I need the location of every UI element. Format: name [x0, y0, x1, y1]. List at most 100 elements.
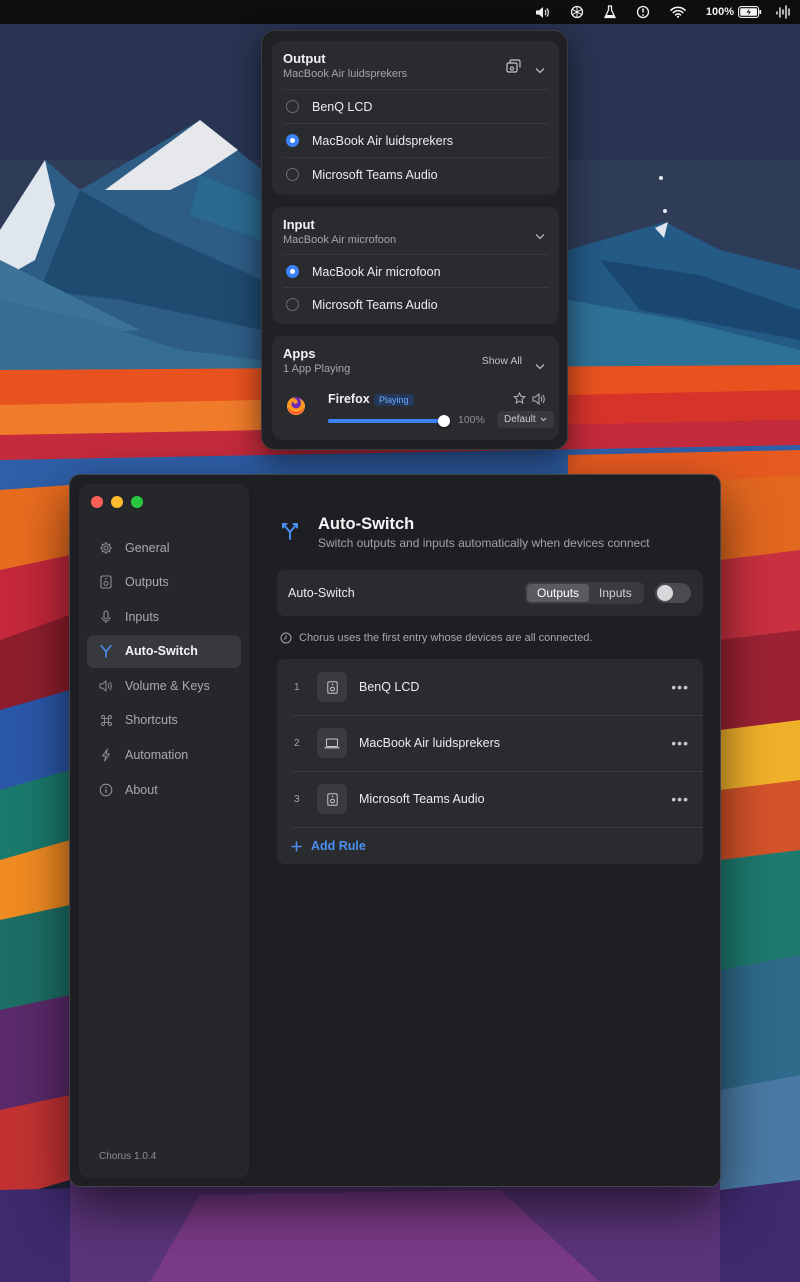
apps-card: Apps 1 App Playing Show All Firefox Play… — [272, 336, 559, 440]
priority-hint: Chorus uses the first entry whose device… — [280, 632, 592, 644]
branch-icon — [99, 644, 113, 659]
bolt-icon — [99, 748, 113, 762]
sidebar-item-label: Outputs — [125, 575, 169, 590]
input-chevron-down-icon[interactable] — [535, 227, 545, 245]
input-header: Input MacBook Air microfoon — [283, 217, 396, 246]
rule-label: MacBook Air luidsprekers — [359, 736, 501, 750]
battery-status[interactable]: 100% — [696, 0, 766, 24]
microphone-icon — [99, 610, 113, 624]
rule-row[interactable]: 2 MacBook Air luidsprekers ••• — [277, 715, 703, 771]
auto-switch-icon — [280, 521, 300, 546]
output-device-dropdown[interactable]: Default — [497, 411, 554, 428]
sidebar-nav: General Outputs Inputs Auto-Switch Volum… — [87, 531, 241, 808]
volume-icon — [99, 679, 113, 693]
input-device-row-macbook[interactable]: MacBook Air microfoon — [283, 254, 548, 288]
speaker-volume-icon[interactable] — [532, 392, 546, 410]
input-device-row-teams[interactable]: Microsoft Teams Audio — [283, 287, 548, 321]
sidebar-item-volume-keys[interactable]: Volume & Keys — [87, 669, 241, 702]
sidebar-item-general[interactable]: General — [87, 531, 241, 564]
more-options-icon[interactable]: ••• — [671, 791, 689, 807]
radio-button-selected[interactable] — [286, 265, 299, 278]
clock-alert-icon[interactable] — [626, 0, 660, 24]
apps-subtitle: 1 App Playing — [283, 363, 351, 375]
output-card: Output MacBook Air luidsprekers BenQ LCD… — [272, 41, 559, 195]
plus-icon — [291, 841, 302, 851]
gear-icon — [99, 541, 113, 555]
segment-inputs[interactable]: Inputs — [589, 584, 642, 602]
command-icon — [99, 713, 113, 727]
rule-row[interactable]: 3 Microsoft Teams Audio ••• — [277, 771, 703, 827]
sidebar: General Outputs Inputs Auto-Switch Volum… — [79, 484, 249, 1178]
sidebar-item-about[interactable]: About — [87, 773, 241, 806]
audio-popover: Output MacBook Air luidsprekers BenQ LCD… — [261, 30, 568, 450]
apps-chevron-down-icon[interactable] — [535, 357, 545, 375]
output-device-row-macbook[interactable]: MacBook Air luidsprekers — [283, 123, 548, 157]
radio-button[interactable] — [286, 168, 299, 181]
app-row-firefox: Firefox Playing 100% Default — [286, 391, 554, 432]
battery-icon — [738, 6, 762, 18]
status-badge: Playing — [374, 394, 414, 406]
page-subtitle: Switch outputs and inputs automatically … — [318, 536, 650, 550]
output-chevron-down-icon[interactable] — [535, 61, 545, 79]
rules-list: 1 BenQ LCD ••• 2 MacBook Air luidspreker… — [277, 659, 703, 864]
sidebar-item-label: Shortcuts — [125, 713, 178, 728]
input-card: Input MacBook Air microfoon MacBook Air … — [272, 207, 559, 324]
rule-row[interactable]: 1 BenQ LCD ••• — [277, 659, 703, 715]
apps-header: Apps 1 App Playing — [283, 346, 350, 375]
close-window-button[interactable] — [91, 496, 103, 508]
rule-index: 3 — [294, 793, 300, 805]
output-device-row-benq[interactable]: BenQ LCD — [283, 89, 548, 123]
sidebar-item-label: General — [125, 540, 170, 555]
device-label: BenQ LCD — [312, 99, 373, 114]
outputs-inputs-segmented-control: Outputs Inputs — [525, 582, 644, 604]
device-label: MacBook Air luidsprekers — [312, 133, 454, 148]
star-icon[interactable] — [513, 391, 526, 410]
apps-title: Apps — [283, 346, 316, 361]
radio-button-selected[interactable] — [286, 134, 299, 147]
sidebar-item-automation[interactable]: Automation — [87, 739, 241, 772]
rule-index: 1 — [294, 681, 300, 693]
speaker-icon — [317, 672, 347, 702]
chatgpt-icon[interactable] — [560, 0, 594, 24]
window-controls — [91, 496, 143, 508]
menu-bar: 100% — [0, 0, 800, 24]
sidebar-item-inputs[interactable]: Inputs — [87, 600, 241, 633]
output-header: Output MacBook Air luidsprekers — [283, 51, 407, 80]
show-all-button[interactable]: Show All — [482, 355, 522, 367]
chevron-down-icon — [540, 417, 547, 422]
input-subtitle: MacBook Air microfoon — [283, 234, 397, 246]
app-name: Firefox — [328, 392, 370, 406]
rule-label: Microsoft Teams Audio — [359, 792, 485, 806]
toggle-knob — [657, 585, 673, 601]
add-rule-button[interactable]: Add Rule — [291, 828, 366, 864]
radio-button[interactable] — [286, 100, 299, 113]
slider-knob[interactable] — [438, 415, 450, 427]
output-device-settings-icon[interactable] — [506, 59, 521, 78]
radio-button[interactable] — [286, 298, 299, 311]
wifi-icon[interactable] — [660, 0, 696, 24]
hint-text: Chorus uses the first entry whose device… — [299, 632, 593, 644]
segment-outputs[interactable]: Outputs — [527, 584, 590, 602]
minimize-window-button[interactable] — [111, 496, 123, 508]
app-volume-slider[interactable] — [328, 415, 450, 427]
device-label: Microsoft Teams Audio — [312, 297, 438, 312]
sidebar-item-outputs[interactable]: Outputs — [87, 566, 241, 599]
waveform-icon[interactable] — [766, 0, 794, 24]
zoom-window-button[interactable] — [131, 496, 143, 508]
speaker-icon — [317, 784, 347, 814]
page-title: Auto-Switch — [318, 515, 415, 533]
clock-icon — [280, 632, 292, 644]
dropdown-value: Default — [504, 414, 536, 425]
auto-switch-label: Auto-Switch — [288, 586, 355, 600]
app-version: Chorus 1.0.4 — [99, 1151, 157, 1162]
sidebar-item-shortcuts[interactable]: Shortcuts — [87, 704, 241, 737]
more-options-icon[interactable]: ••• — [671, 679, 689, 695]
volume-icon[interactable] — [525, 0, 560, 24]
flask-icon[interactable] — [594, 0, 626, 24]
laptop-icon — [317, 728, 347, 758]
device-label: MacBook Air microfoon — [312, 264, 441, 279]
more-options-icon[interactable]: ••• — [671, 735, 689, 751]
output-device-row-teams[interactable]: Microsoft Teams Audio — [283, 157, 548, 191]
sidebar-item-auto-switch[interactable]: Auto-Switch — [87, 634, 241, 668]
auto-switch-toggle[interactable] — [655, 583, 691, 603]
